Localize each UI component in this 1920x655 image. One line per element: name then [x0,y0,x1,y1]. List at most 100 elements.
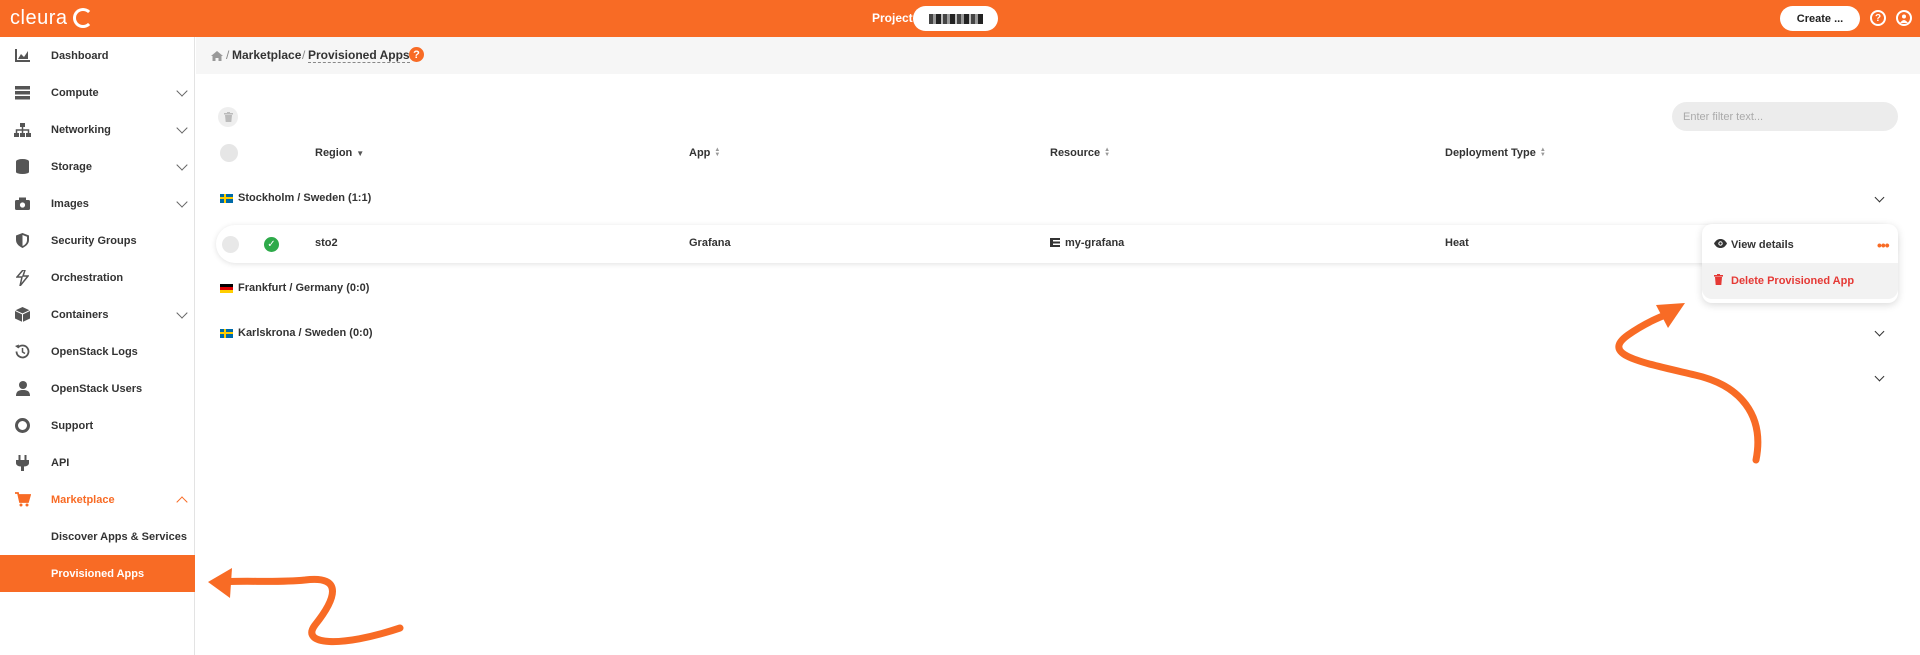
column-header-label: App [689,147,711,159]
history-icon [14,343,31,360]
breadcrumb-marketplace[interactable]: Marketplace [232,48,301,62]
database-icon [14,158,31,175]
row-actions-menu: View details ••• Delete Provisioned App [1702,224,1898,303]
sidebar-item-openstack-logs[interactable]: OpenStack Logs [0,333,195,370]
network-icon [14,121,31,138]
cell-region: sto2 [315,237,338,249]
project-name-redacted [928,13,983,24]
view-details-menu-item[interactable]: View details ••• [1702,227,1898,263]
sidebar-item-label: OpenStack Users [51,382,143,395]
server-icon [14,84,31,101]
resource-link[interactable]: my-grafana [1065,237,1124,249]
sidebar-item-dashboard[interactable]: Dashboard [0,37,195,74]
sidebar-item-label: Orchestration [51,271,124,284]
sidebar-item-openstack-users[interactable]: OpenStack Users [0,370,195,407]
menu-item-label: Delete Provisioned App [1731,275,1855,287]
sidebar-item-discover-apps[interactable]: Discover Apps & Services [0,518,195,555]
user-account-icon[interactable] [1896,10,1912,26]
cell-resource[interactable]: my-grafana [1050,237,1124,249]
sidebar-item-api[interactable]: API [0,444,195,481]
status-success-icon: ✓ [264,237,279,252]
logo-text: cleura [10,6,68,29]
home-icon[interactable] [211,50,223,61]
group-label: Stockholm / Sweden [238,192,345,204]
column-header-deployment-type[interactable]: Deployment Type ▲ ▼ [1445,147,1546,159]
column-header-label: Deployment Type [1445,147,1536,159]
region-group-frankfurt[interactable]: Frankfurt / Germany (0:0) [220,278,1900,298]
sidebar-item-containers[interactable]: Containers [0,296,195,333]
sidebar-item-compute[interactable]: Compute [0,74,195,111]
sidebar-item-label: Networking [51,123,111,136]
sidebar-item-networking[interactable]: Networking [0,111,195,148]
filter-input[interactable] [1672,102,1898,131]
sidebar-item-label: Security Groups [51,234,137,247]
help-icon[interactable]: ? [409,47,424,62]
breadcrumb: / Marketplace / Provisioned Apps ? [196,37,1920,74]
column-header-app[interactable]: App ▲ ▼ [689,147,720,159]
sidebar-item-label: Containers [51,308,109,321]
region-group-stockholm[interactable]: Stockholm / Sweden (1:1) [220,188,1900,208]
project-label: Project [872,11,913,25]
chevron-down-icon [176,196,188,208]
sidebar-item-label: Compute [51,86,99,99]
delete-provisioned-app-menu-item[interactable]: Delete Provisioned App [1702,263,1898,299]
breadcrumb-separator: / [226,48,230,62]
bulk-delete-button[interactable] [218,107,238,127]
sidebar-item-storage[interactable]: Storage [0,148,195,185]
camera-icon [14,195,31,212]
more-options-icon[interactable]: ••• [1877,237,1890,253]
sidebar-item-provisioned-apps[interactable]: Provisioned Apps [0,555,195,592]
group-count: (0:0) [349,327,373,339]
sweden-flag-icon [220,328,233,338]
chevron-down-icon [176,307,188,319]
cell-deployment-type: Heat [1445,237,1469,249]
group-count: (1:1) [348,192,372,204]
column-header-region[interactable]: Region ▼ [315,147,364,159]
top-bar: cleura Project Create ... ? [0,0,1920,37]
sidebar-item-support[interactable]: Support [0,407,195,444]
trash-icon [223,112,233,122]
main-content: / Marketplace / Provisioned Apps ? Regio… [196,37,1920,655]
chevron-down-icon [176,159,188,171]
sidebar-item-label: Storage [51,160,92,173]
row-checkbox[interactable] [222,236,239,253]
create-button[interactable]: Create ... [1780,6,1860,31]
germany-flag-icon [220,283,233,293]
sidebar-item-label: Provisioned Apps [51,567,145,580]
chart-icon [14,47,31,64]
sidebar-item-images[interactable]: Images [0,185,195,222]
trash-icon [1714,274,1723,288]
group-label: Frankfurt / Germany [238,282,344,294]
logo-mark-icon [73,8,94,28]
sidebar-item-label: Support [51,419,94,432]
cleura-logo[interactable]: cleura [10,6,94,30]
sidebar-item-label: Discover Apps & Services [51,530,187,543]
sidebar-item-orchestration[interactable]: Orchestration [0,259,195,296]
chevron-down-icon [176,85,188,97]
menu-item-label: View details [1731,239,1794,251]
cell-app: Grafana [689,237,731,249]
chevron-down-icon[interactable] [1874,371,1885,382]
select-all-checkbox[interactable] [220,144,238,162]
sidebar: Dashboard Compute Networking Storage Ima… [0,37,195,655]
group-label: Karlskrona / Sweden [238,327,347,339]
sort-icon: ▲ ▼ [1104,147,1111,158]
chevron-up-icon [176,496,188,508]
region-group-karlskrona[interactable]: Karlskrona / Sweden (0:0) [220,323,1900,343]
user-icon [14,380,31,397]
sidebar-item-marketplace[interactable]: Marketplace [0,481,195,518]
breadcrumb-separator: / [302,48,306,62]
sort-icon: ▲ ▼ [714,147,721,158]
sidebar-item-label: OpenStack Logs [51,345,138,358]
sidebar-item-label: Dashboard [51,49,109,62]
shield-icon [14,232,31,249]
column-header-resource[interactable]: Resource ▲ ▼ [1050,147,1110,159]
eye-icon [1714,239,1727,251]
lifebuoy-icon [14,417,31,434]
cart-icon [14,491,31,508]
help-icon[interactable]: ? [1870,10,1886,26]
plug-icon [14,454,31,471]
table-row[interactable]: ✓ sto2 Grafana my-grafana Heat [216,225,1896,263]
project-selector[interactable] [913,6,998,31]
sidebar-item-security-groups[interactable]: Security Groups [0,222,195,259]
